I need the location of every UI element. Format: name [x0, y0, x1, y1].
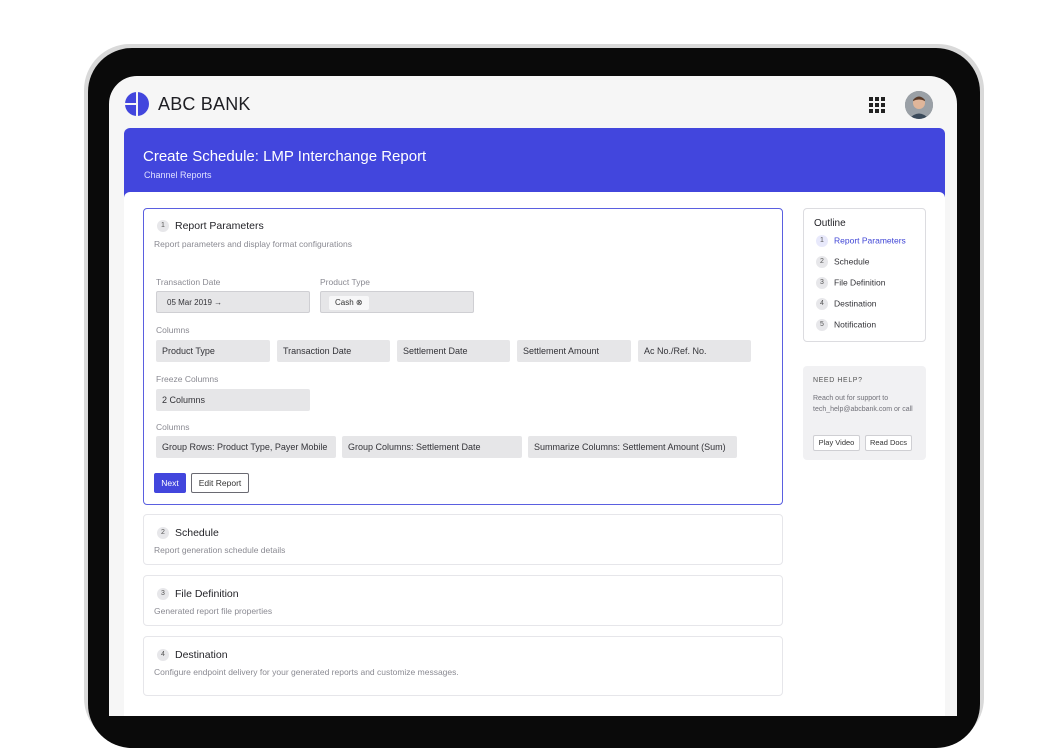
read-docs-button[interactable]: Read Docs: [865, 435, 912, 451]
page-title: Create Schedule: LMP Interchange Report: [143, 148, 427, 165]
top-bar: ABC BANK: [109, 76, 957, 128]
step-title: Report Parameters: [175, 220, 264, 232]
help-text: Reach out for support to tech_help@abcba…: [813, 395, 913, 413]
transaction-date-label: Transaction Date: [156, 277, 221, 287]
transaction-date-value: 05 Mar 2019 →: [167, 298, 223, 307]
user-avatar[interactable]: [905, 91, 933, 119]
column-chip[interactable]: Ac No./Ref. No.: [638, 340, 751, 362]
step-number: 4: [157, 649, 169, 662]
outline-item-report-parameters[interactable]: 1 Report Parameters: [816, 235, 906, 247]
product-type-field[interactable]: Cash ⊗: [320, 291, 474, 313]
column-chip[interactable]: Product Type: [156, 340, 270, 362]
step-title: Destination: [175, 649, 228, 661]
product-type-label: Product Type: [320, 277, 370, 287]
transaction-date-field[interactable]: 05 Mar 2019 →: [156, 291, 310, 313]
column-chip[interactable]: Transaction Date: [277, 340, 390, 362]
step-title: Schedule: [175, 527, 219, 539]
step-description: Generated report file properties: [154, 606, 273, 616]
step-card-schedule[interactable]: 2 Schedule Report generation schedule det…: [143, 514, 783, 565]
freeze-columns-label: Freeze Columns: [156, 374, 219, 384]
step-description: Report parameters and display format con…: [154, 239, 352, 249]
column-chip[interactable]: Settlement Amount: [517, 340, 631, 362]
product-type-tag: Cash ⊗: [329, 296, 369, 310]
brand-name: ABC BANK: [158, 94, 251, 114]
grouping-label: Columns: [156, 422, 190, 432]
user-avatar-icon: [905, 91, 933, 119]
outline-title: Outline: [814, 218, 846, 229]
help-title: NEED HELP?: [813, 377, 863, 384]
outline-panel: Outline 1 Report Parameters 2 Schedule 3 Fi…: [803, 208, 926, 342]
apps-grid-icon[interactable]: [869, 97, 885, 113]
group-columns-chip[interactable]: Group Columns: Settlement Date: [342, 436, 522, 458]
help-panel: NEED HELP? Reach out for support to tech…: [803, 366, 926, 460]
freeze-columns-value[interactable]: 2 Columns: [156, 389, 310, 411]
next-button[interactable]: Next: [154, 473, 186, 493]
outline-item-notification[interactable]: 5 Notification: [816, 319, 876, 331]
step-number: 3: [157, 588, 169, 601]
step-card-file-definition[interactable]: 3 File Definition Generated report file p…: [143, 575, 783, 626]
step-title: File Definition: [175, 588, 239, 600]
page-subtitle: Channel Reports: [144, 170, 212, 180]
outline-item-destination[interactable]: 4 Destination: [816, 298, 877, 310]
column-chip[interactable]: Settlement Date: [397, 340, 510, 362]
bank-logo-icon: [125, 92, 149, 116]
app-screen: ABC BANK Create Schedule: LMP Interchang…: [109, 76, 957, 716]
columns-label: Columns: [156, 325, 190, 335]
step-number: 1: [157, 220, 169, 233]
group-rows-chip[interactable]: Group Rows: Product Type, Payer Mobile: [156, 436, 336, 458]
step-description: Report generation schedule details: [154, 545, 286, 555]
summarize-columns-chip[interactable]: Summarize Columns: Settlement Amount (Su…: [528, 436, 737, 458]
outline-item-schedule[interactable]: 2 Schedule: [816, 256, 869, 268]
step-description: Configure endpoint delivery for your gen…: [154, 667, 459, 677]
outline-item-file-definition[interactable]: 3 File Definition: [816, 277, 886, 289]
step-number: 2: [157, 527, 169, 540]
remove-tag-icon[interactable]: ⊗: [356, 298, 363, 307]
play-video-button[interactable]: Play Video: [813, 435, 860, 451]
step-card-destination[interactable]: 4 Destination Configure endpoint delivery…: [143, 636, 783, 696]
step-card-report-parameters: 1 Report Parameters Report parameters and…: [143, 208, 783, 505]
edit-report-button[interactable]: Edit Report: [191, 473, 249, 493]
